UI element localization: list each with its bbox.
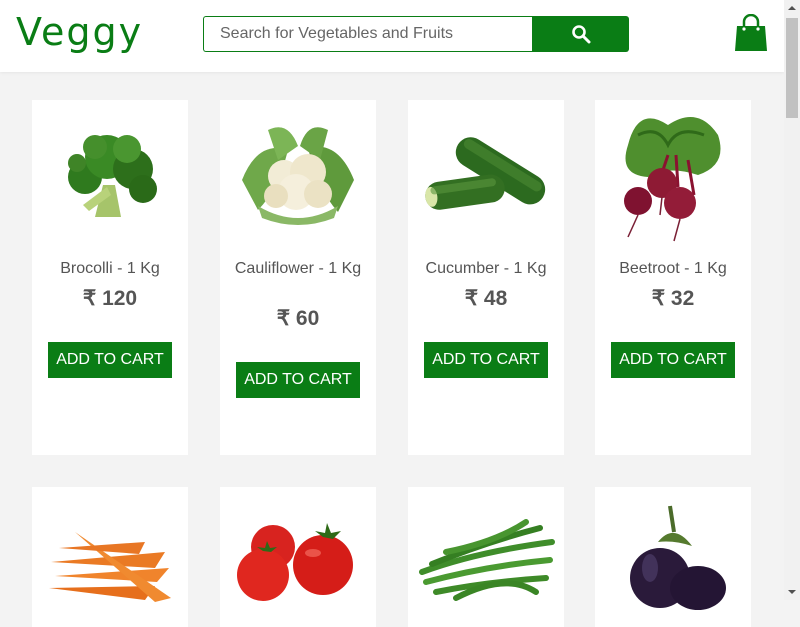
product-image-cauliflower [220, 100, 376, 250]
product-name: Cucumber - 1 Kg [425, 260, 547, 277]
product-image-tomato [220, 507, 376, 607]
product-image-carrot [32, 507, 188, 607]
scroll-up-arrow-icon[interactable] [784, 0, 800, 16]
logo[interactable]: Veggy [16, 10, 143, 54]
product-image-beans [408, 507, 564, 607]
search-input[interactable] [203, 16, 533, 52]
add-to-cart-button[interactable]: ADD TO CART [611, 342, 735, 378]
product-card: Beetroot - 1 Kg ₹ 32 ADD TO CART [595, 100, 751, 455]
product-card: Cucumber - 1 Kg ₹ 48 ADD TO CART [408, 100, 564, 455]
product-card [32, 487, 188, 627]
product-card [220, 487, 376, 627]
product-card [595, 487, 751, 627]
scrollbar[interactable] [784, 0, 800, 600]
product-price: ₹ 32 [651, 287, 695, 310]
product-image-broccoli [32, 100, 188, 250]
product-name: Brocolli - 1 Kg [60, 260, 160, 277]
scroll-down-arrow-icon[interactable] [784, 584, 800, 600]
add-to-cart-button[interactable]: ADD TO CART [48, 342, 172, 378]
search-button[interactable] [532, 16, 629, 52]
product-card: Cauliflower - 1 Kg ₹ 60 ADD TO CART [220, 100, 376, 455]
product-image-cucumber [408, 100, 564, 250]
product-price: ₹ 60 [276, 307, 320, 330]
product-price: ₹ 120 [82, 287, 138, 310]
product-card [408, 487, 564, 627]
product-price: ₹ 48 [464, 287, 508, 310]
product-image-brinjal [595, 505, 751, 610]
product-name: Beetroot - 1 Kg [619, 260, 727, 277]
product-name: Cauliflower - 1 Kg [234, 260, 362, 277]
search-bar [203, 16, 629, 52]
product-image-beetroot [595, 100, 751, 250]
product-card: Brocolli - 1 Kg ₹ 120 ADD TO CART [32, 100, 188, 455]
header: Veggy [0, 0, 784, 72]
add-to-cart-button[interactable]: ADD TO CART [236, 362, 360, 398]
cart-button[interactable] [734, 13, 768, 52]
scrollbar-thumb[interactable] [786, 18, 798, 118]
search-icon [571, 25, 590, 44]
shopping-bag-icon [735, 13, 767, 51]
add-to-cart-button[interactable]: ADD TO CART [424, 342, 548, 378]
